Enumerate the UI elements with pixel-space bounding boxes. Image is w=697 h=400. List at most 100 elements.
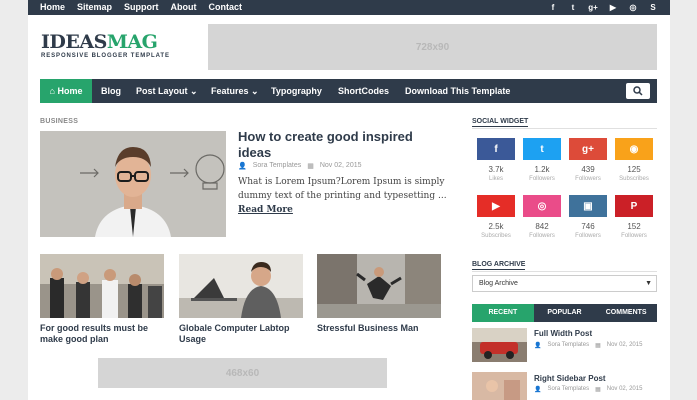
featured-post-date: Nov 02, 2015	[319, 162, 362, 169]
social-count: 3.7k	[488, 165, 504, 174]
chevron-down-icon: ⌄	[251, 86, 259, 96]
recent-post-author[interactable]: Sora Templates	[547, 342, 589, 349]
google-plus-button[interactable]: g+	[569, 138, 607, 160]
search-button[interactable]	[626, 83, 650, 99]
recent-post-meta: 👤 Sora Templates ▦ Nov 02, 2015	[534, 342, 642, 349]
businessman-illustration	[40, 131, 226, 237]
author-icon: 👤	[238, 163, 247, 170]
post-title[interactable]: For good results must be make good plan	[40, 323, 170, 345]
post-thumbnail[interactable]	[179, 254, 303, 318]
twitter-button[interactable]: t	[523, 138, 561, 160]
nav-shortcodes[interactable]: ShortCodes	[338, 79, 389, 103]
page-container: Home Sitemap Support About Contact f t g…	[28, 0, 670, 400]
facebook-button[interactable]: f	[477, 138, 515, 160]
search-icon	[633, 86, 643, 96]
chevron-down-icon: ⌄	[190, 86, 198, 96]
divider	[472, 271, 657, 272]
logo-tagline: RESPONSIVE BLOGGER TEMPLATE	[41, 53, 170, 59]
topnav-about[interactable]: About	[171, 0, 197, 15]
stressed-businessman-image	[317, 254, 441, 318]
rss-icon: ◉	[629, 143, 639, 155]
home-icon: ⌂	[49, 86, 55, 96]
post-thumbnail[interactable]	[317, 254, 441, 318]
google-plus-icon[interactable]: g+	[588, 0, 598, 15]
topnav-contact[interactable]: Contact	[209, 0, 243, 15]
recent-post-date: Nov 02, 2015	[606, 386, 643, 392]
social-count: 746	[581, 222, 595, 231]
topnav-home[interactable]: Home	[40, 0, 65, 15]
nav-features[interactable]: Features ⌄	[211, 79, 259, 103]
logo-part-mag: MAG	[106, 31, 158, 53]
recent-post-author[interactable]: Sora Templates	[547, 386, 589, 393]
google-plus-icon: g+	[582, 143, 594, 155]
divider	[472, 128, 657, 129]
topnav-sitemap[interactable]: Sitemap	[77, 0, 112, 15]
nav-post-layout[interactable]: Post Layout ⌄	[136, 79, 198, 103]
recent-post-title[interactable]: Right Sidebar Post	[534, 374, 606, 383]
author-icon: 👤	[534, 343, 542, 349]
post-image	[472, 372, 527, 400]
featured-post-author[interactable]: Sora Templates	[253, 162, 302, 170]
red-car-image	[472, 328, 527, 362]
youtube-button[interactable]: ▶	[477, 195, 515, 217]
top-nav: Home Sitemap Support About Contact	[40, 0, 242, 15]
social-count: 439	[581, 165, 595, 174]
site-logo[interactable]: IDEASMAG RESPONSIVE BLOGGER TEMPLATE	[41, 33, 170, 60]
logo-text: IDEASMAG	[41, 33, 170, 52]
read-more-link[interactable]: Read More	[238, 205, 293, 215]
top-social-icons: f t g+ ▶ ◎ S	[548, 0, 658, 15]
top-bar: Home Sitemap Support About Contact f t g…	[28, 0, 670, 15]
social-count-label: Subscribes	[481, 233, 511, 239]
nav-blog[interactable]: Blog	[101, 79, 121, 103]
featured-post-image[interactable]	[40, 131, 226, 237]
section-label-business[interactable]: BUSINESS	[40, 118, 78, 125]
ad-banner-top[interactable]: 728x90	[208, 24, 657, 70]
recent-post-title[interactable]: Full Width Post	[534, 329, 592, 338]
post-thumbnail[interactable]	[40, 254, 164, 318]
blog-archive-title: BLOG ARCHIVE	[472, 261, 526, 270]
nav-home[interactable]: ⌂ Home	[40, 79, 92, 103]
nav-features-label: Features	[211, 86, 249, 96]
social-count-label: Subscribes	[619, 176, 649, 182]
business-team-image	[40, 254, 164, 318]
youtube-icon[interactable]: ▶	[608, 0, 618, 15]
instagram-button[interactable]: ▣	[569, 195, 607, 217]
featured-post-meta: 👤 Sora Templates ▦ Nov 02, 2015	[238, 162, 362, 170]
calendar-icon: ▦	[595, 343, 601, 349]
ad-banner-bottom[interactable]: 468x60	[98, 358, 387, 388]
facebook-icon: f	[494, 143, 498, 155]
skype-icon[interactable]: S	[648, 0, 658, 15]
post-title[interactable]: Stressful Business Man	[317, 323, 447, 334]
social-count: 842	[535, 222, 549, 231]
youtube-icon: ▶	[492, 200, 500, 212]
social-count: 1.2k	[534, 165, 550, 174]
calendar-icon: ▦	[595, 387, 601, 393]
post-title[interactable]: Globale Computer Labtop Usage	[179, 323, 309, 345]
social-count: 152	[627, 222, 641, 231]
nav-download-template[interactable]: Download This Template	[405, 79, 510, 103]
pinterest-icon: P	[630, 200, 638, 212]
social-count: 125	[627, 165, 641, 174]
author-icon: 👤	[534, 387, 542, 393]
topnav-support[interactable]: Support	[124, 0, 159, 15]
featured-post-title[interactable]: How to create good inspired ideas	[238, 129, 448, 161]
dribbble-button[interactable]: ◎	[523, 195, 561, 217]
post-tabs: RECENT POPULAR COMMENTS	[472, 304, 658, 322]
pinterest-button[interactable]: P	[615, 195, 653, 217]
tab-comments[interactable]: COMMENTS	[595, 304, 658, 322]
calendar-icon: ▦	[307, 163, 314, 170]
social-count-label: Followers	[529, 176, 555, 182]
tab-recent[interactable]: RECENT	[472, 304, 534, 322]
recent-post-date: Nov 02, 2015	[606, 342, 643, 348]
social-count-label: Followers	[529, 233, 555, 239]
nav-typography[interactable]: Typography	[271, 79, 322, 103]
recent-post-meta: 👤 Sora Templates ▦ Nov 02, 2015	[534, 386, 642, 393]
rss-button[interactable]: ◉	[615, 138, 653, 160]
recent-post-thumbnail[interactable]	[472, 372, 527, 400]
facebook-icon[interactable]: f	[548, 0, 558, 15]
recent-post-thumbnail[interactable]	[472, 328, 527, 362]
dribbble-icon[interactable]: ◎	[628, 0, 638, 15]
blog-archive-select[interactable]: Blog Archive ▼	[472, 275, 657, 292]
twitter-icon[interactable]: t	[568, 0, 578, 15]
tab-popular[interactable]: POPULAR	[533, 304, 596, 322]
